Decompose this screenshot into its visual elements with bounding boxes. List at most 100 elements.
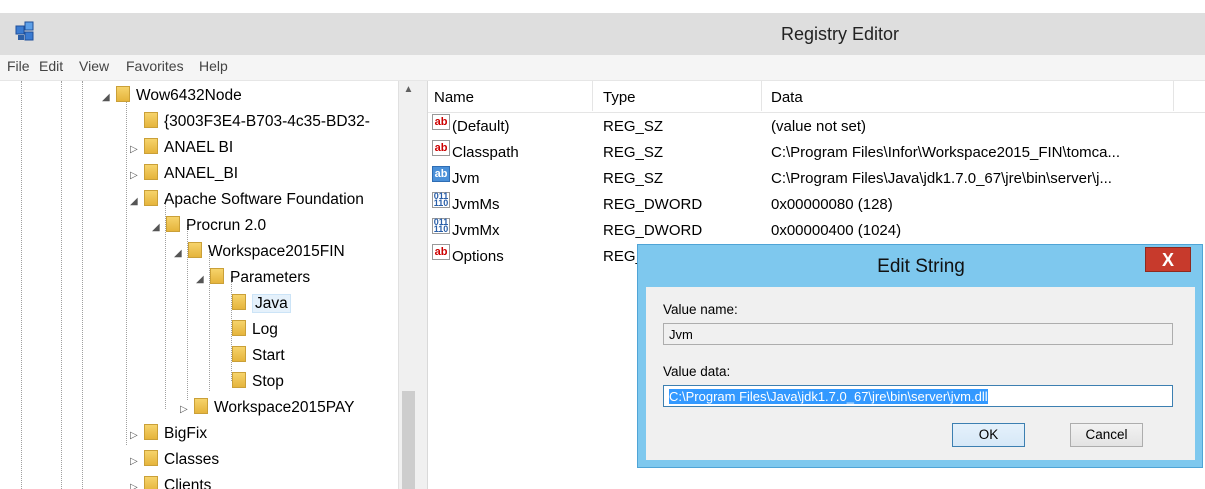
tree-item-label[interactable]: {3003F3E4-B703-4c35-BD32- — [164, 113, 370, 130]
tree-item-label[interactable]: Java — [252, 294, 291, 313]
tree-item[interactable]: ▷ Clients — [130, 473, 211, 489]
menu-bar: File Edit View Favorites Help — [0, 55, 1205, 81]
list-row[interactable]: 011 110 JvmMx REG_DWORD 0x00000400 (1024) — [428, 218, 1205, 244]
dword-value-icon: 011 110 — [432, 217, 450, 234]
tree-item-label[interactable]: ANAEL BI — [164, 139, 233, 156]
menu-file[interactable]: File — [7, 58, 30, 74]
folder-icon — [232, 372, 246, 388]
dword-value-icon: 011 110 — [432, 191, 450, 208]
pane-splitter[interactable] — [417, 81, 428, 489]
tree-item-label[interactable]: ANAEL_BI — [164, 165, 238, 182]
tree-item-label[interactable]: Stop — [252, 373, 284, 390]
column-divider[interactable] — [761, 81, 762, 111]
value-data-label: Value data: — [663, 364, 731, 379]
menu-edit[interactable]: Edit — [39, 58, 63, 74]
cancel-button[interactable]: Cancel — [1070, 423, 1143, 447]
window-title: Registry Editor — [780, 24, 900, 44]
tree-item[interactable]: ◢ Apache Software Foundation — [130, 187, 364, 213]
scroll-up-icon[interactable]: ▲ — [399, 81, 418, 99]
expander-icon[interactable]: ◢ — [152, 215, 166, 241]
value-type: REG_SZ — [603, 170, 664, 187]
tree-item-label[interactable]: Workspace2015FIN — [208, 243, 345, 260]
tree-scrollbar[interactable]: ▲ — [398, 81, 418, 489]
value-data: (value not set) — [771, 118, 867, 135]
list-row[interactable]: ab Classpath REG_SZ C:\Program Files\Inf… — [428, 140, 1205, 166]
tree-item-label[interactable]: Classes — [164, 451, 219, 468]
value-data-input[interactable]: C:\Program Files\Java\jdk1.7.0_67\jre\bi… — [663, 385, 1173, 407]
expander-icon[interactable]: ▷ — [130, 475, 144, 489]
value-name: Jvm — [452, 170, 480, 187]
tree-item[interactable]: Stop — [232, 369, 284, 395]
column-header-data[interactable]: Data — [771, 89, 803, 106]
folder-icon — [144, 190, 158, 206]
expander-icon[interactable]: ◢ — [174, 241, 188, 267]
column-divider[interactable] — [592, 81, 593, 111]
menu-favorites[interactable]: Favorites — [126, 58, 184, 74]
string-value-icon: ab — [432, 244, 450, 260]
registry-tree: ◢ Wow6432Node {3003F3E4-B703-4c35-BD32- ▷… — [0, 81, 398, 489]
tree-item[interactable]: ▷ Classes — [130, 447, 219, 473]
expander-icon[interactable]: ◢ — [196, 267, 210, 293]
dialog-title: Edit String — [877, 256, 965, 277]
edit-string-dialog: Edit String X Value name: Jvm Value data… — [637, 244, 1203, 468]
folder-icon — [166, 216, 180, 232]
expander-icon[interactable]: ▷ — [180, 397, 194, 423]
list-row[interactable]: 011 110 JvmMs REG_DWORD 0x00000080 (128) — [428, 192, 1205, 218]
column-header-name[interactable]: Name — [434, 89, 474, 106]
list-row[interactable]: ab (Default) REG_SZ (value not set) — [428, 114, 1205, 140]
tree-item[interactable]: ▷ ANAEL_BI — [130, 161, 238, 187]
value-data-text: C:\Program Files\Java\jdk1.7.0_67\jre\bi… — [669, 389, 988, 404]
ok-button[interactable]: OK — [952, 423, 1025, 447]
tree-item[interactable]: ◢ Workspace2015FIN — [174, 239, 345, 265]
tree-item-label[interactable]: Log — [252, 321, 278, 338]
folder-icon — [144, 450, 158, 466]
expander-icon[interactable]: ▷ — [130, 423, 144, 449]
tree-item[interactable]: {3003F3E4-B703-4c35-BD32- — [130, 109, 370, 135]
expander-icon[interactable]: ◢ — [130, 189, 144, 215]
expander-icon[interactable]: ▷ — [130, 137, 144, 163]
list-row-selected[interactable]: ab Jvm REG_SZ C:\Program Files\Java\jdk1… — [428, 166, 1205, 192]
folder-icon — [188, 242, 202, 258]
scroll-thumb[interactable] — [402, 391, 415, 489]
menu-help[interactable]: Help — [199, 58, 228, 74]
folder-icon — [144, 138, 158, 154]
tree-item[interactable]: Log — [232, 317, 278, 343]
tree-item[interactable]: ◢ Parameters — [196, 265, 310, 291]
tree-item-label[interactable]: Parameters — [230, 269, 310, 286]
tree-item-selected[interactable]: Java — [232, 291, 291, 317]
tree-item[interactable]: ▷ Workspace2015PAY — [180, 395, 354, 421]
tree-item-label[interactable]: Clients — [164, 477, 211, 489]
column-divider[interactable] — [1173, 81, 1174, 111]
close-icon[interactable]: X — [1145, 247, 1191, 272]
string-value-icon: ab — [432, 166, 450, 182]
tree-item-label[interactable]: Procrun 2.0 — [186, 217, 266, 234]
tree-item[interactable]: ◢ Procrun 2.0 — [152, 213, 266, 239]
folder-icon — [232, 346, 246, 362]
value-type: REG_DWORD — [603, 222, 703, 239]
tree-item[interactable]: ◢ Wow6432Node — [102, 83, 242, 109]
expander-icon[interactable]: ◢ — [102, 85, 116, 111]
expander-icon[interactable]: ▷ — [130, 449, 144, 475]
tree-item-label[interactable]: Start — [252, 347, 285, 364]
dialog-client-area: Value name: Jvm Value data: C:\Program F… — [646, 287, 1195, 460]
expander-icon[interactable]: ▷ — [130, 163, 144, 189]
value-type: REG_SZ — [603, 118, 664, 135]
tree-item[interactable]: Start — [232, 343, 285, 369]
tree-item-label[interactable]: Apache Software Foundation — [164, 191, 364, 208]
folder-icon — [144, 476, 158, 489]
tree-item-label[interactable]: Workspace2015PAY — [214, 399, 354, 416]
column-header-type[interactable]: Type — [603, 89, 636, 106]
tree-item-label[interactable]: BigFix — [164, 425, 207, 442]
value-name: JvmMs — [452, 196, 500, 213]
title-bar: Registry Editor — [0, 0, 1205, 55]
tree-guide-line — [61, 81, 62, 489]
tree-guide-line — [82, 81, 83, 489]
folder-icon — [144, 424, 158, 440]
tree-item-label[interactable]: Wow6432Node — [136, 87, 242, 104]
value-data: 0x00000080 (128) — [771, 196, 893, 213]
folder-icon — [144, 112, 158, 128]
tree-item[interactable]: ▷ BigFix — [130, 421, 207, 447]
tree-item[interactable]: ▷ ANAEL BI — [130, 135, 233, 161]
menu-view[interactable]: View — [79, 58, 109, 74]
value-name-field: Jvm — [663, 323, 1173, 345]
